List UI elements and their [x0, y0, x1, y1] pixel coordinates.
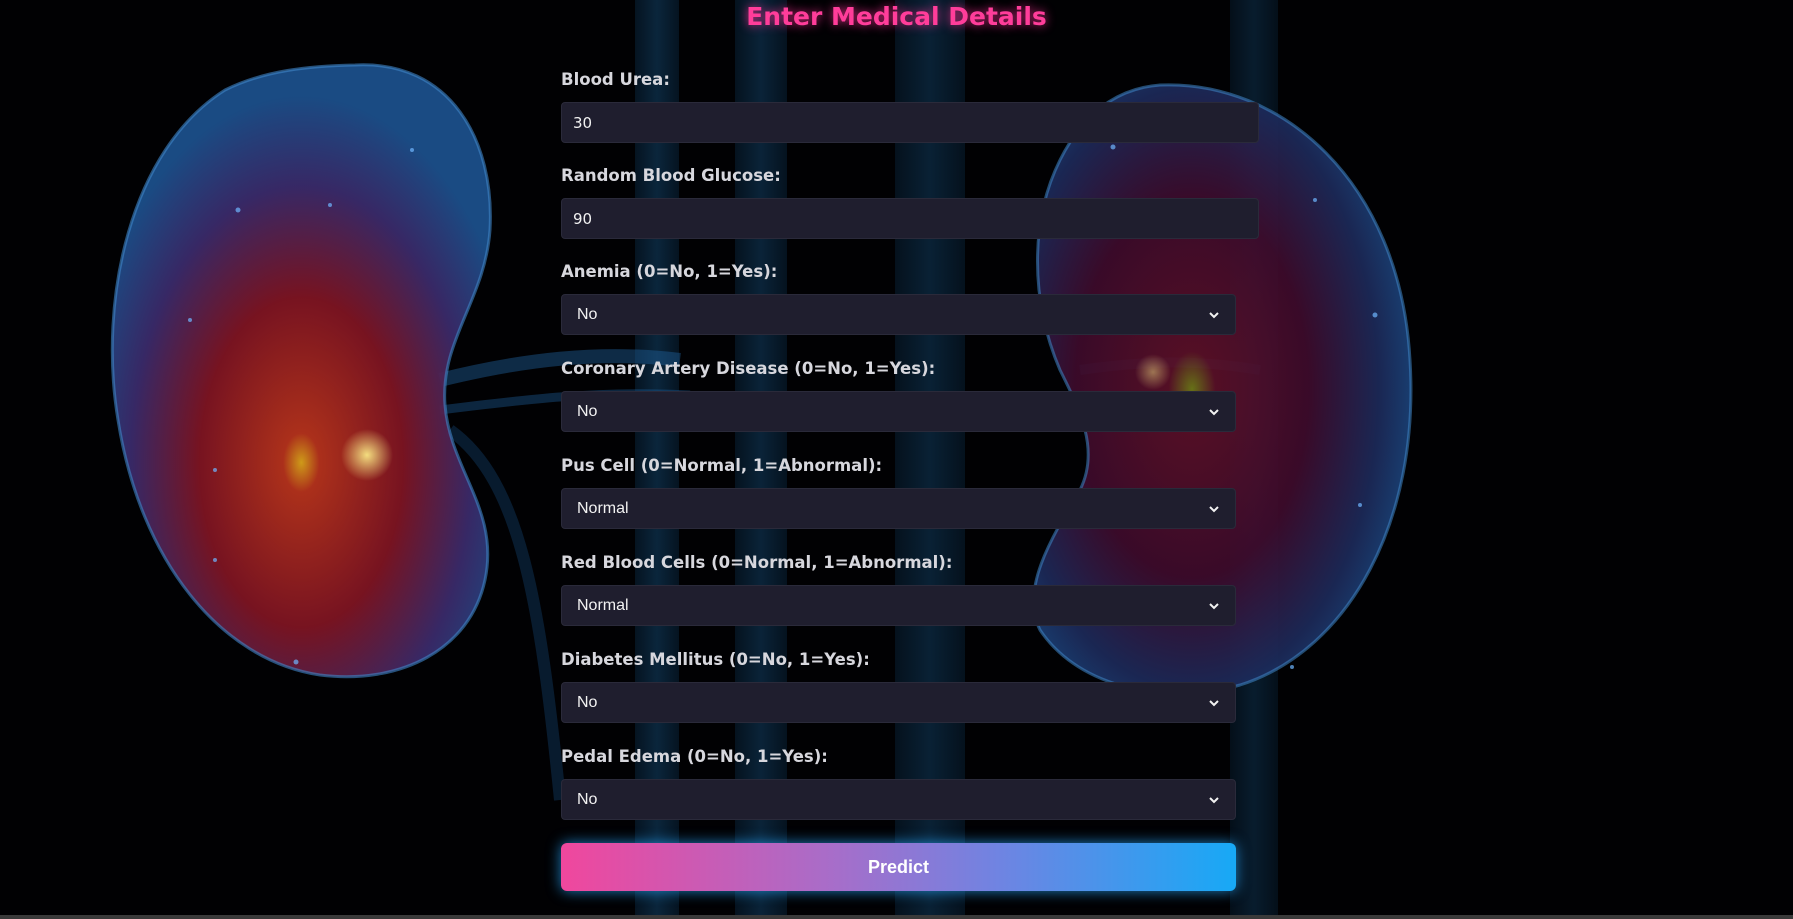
- pedal-edema-select[interactable]: No: [561, 779, 1236, 820]
- blood-urea-label: Blood Urea:: [561, 70, 670, 89]
- diabetes-mellitus-label: Diabetes Mellitus (0=No, 1=Yes):: [561, 650, 870, 669]
- pus-cell-label: Pus Cell (0=Normal, 1=Abnormal):: [561, 456, 883, 475]
- page: Enter Medical Details Blood Urea: 30 Ran…: [0, 0, 1793, 919]
- random-blood-glucose-input[interactable]: 90: [561, 198, 1259, 239]
- pedal-edema-label: Pedal Edema (0=No, 1=Yes):: [561, 747, 828, 766]
- page-title: Enter Medical Details: [746, 2, 1047, 31]
- chevron-down-icon: [1209, 602, 1219, 609]
- blood-urea-value: 30: [573, 113, 593, 132]
- anemia-selected-value: No: [577, 305, 598, 323]
- random-blood-glucose-value: 90: [573, 209, 593, 228]
- blood-urea-input[interactable]: 30: [561, 102, 1259, 143]
- diabetes-mellitus-selected-value: No: [577, 693, 598, 711]
- chevron-down-icon: [1209, 796, 1219, 803]
- pus-cell-select[interactable]: Normal: [561, 488, 1236, 529]
- red-blood-cells-select[interactable]: Normal: [561, 585, 1236, 626]
- diabetes-mellitus-select[interactable]: No: [561, 682, 1236, 723]
- chevron-down-icon: [1209, 699, 1219, 706]
- chevron-down-icon: [1209, 311, 1219, 318]
- pedal-edema-selected-value: No: [577, 790, 598, 808]
- predict-button[interactable]: Predict: [561, 843, 1236, 891]
- red-blood-cells-label: Red Blood Cells (0=Normal, 1=Abnormal):: [561, 553, 953, 572]
- coronary-artery-disease-selected-value: No: [577, 402, 598, 420]
- chevron-down-icon: [1209, 408, 1219, 415]
- chevron-down-icon: [1209, 505, 1219, 512]
- coronary-artery-disease-select[interactable]: No: [561, 391, 1236, 432]
- anemia-select[interactable]: No: [561, 294, 1236, 335]
- pus-cell-selected-value: Normal: [577, 499, 629, 517]
- random-blood-glucose-label: Random Blood Glucose:: [561, 166, 781, 185]
- bottom-scroll-bar: [0, 915, 1793, 919]
- anemia-label: Anemia (0=No, 1=Yes):: [561, 262, 778, 281]
- coronary-artery-disease-label: Coronary Artery Disease (0=No, 1=Yes):: [561, 359, 936, 378]
- red-blood-cells-selected-value: Normal: [577, 596, 629, 614]
